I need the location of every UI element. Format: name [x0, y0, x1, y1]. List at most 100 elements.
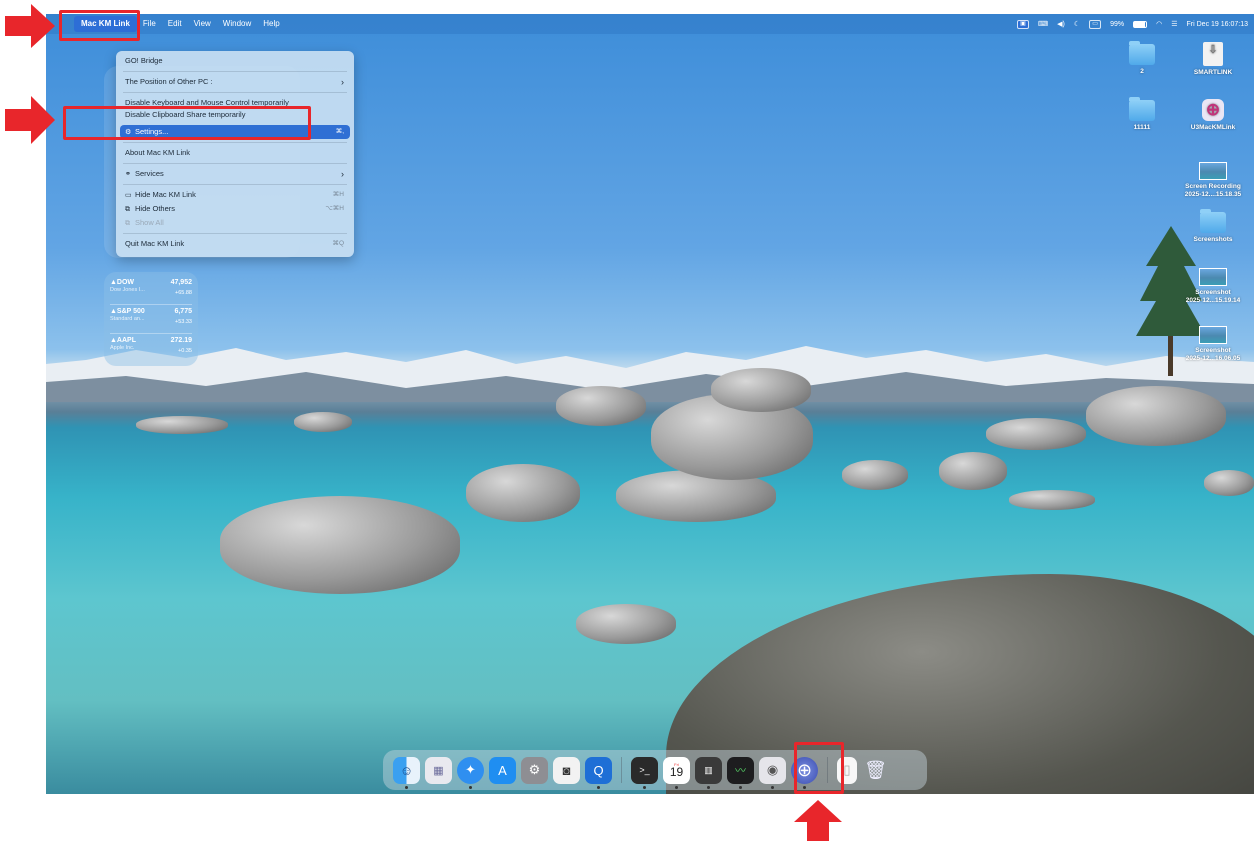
menu-shortcut: ⌘H: [332, 191, 344, 198]
stock-row: ▲AAPL 272.19 Apple Inc. +0.35: [110, 334, 192, 363]
menu-item-services[interactable]: ⚭ Services ›: [116, 167, 354, 181]
clock[interactable]: Fri Dec 19 16:07:13: [1187, 21, 1248, 28]
rock: [220, 496, 460, 594]
menu-item-label: Hide Mac KM Link: [135, 190, 196, 199]
stock-change: +65.88: [175, 290, 192, 296]
desktop-icon-label: 2: [1140, 68, 1144, 75]
dock-screenshot-icon[interactable]: ◙: [553, 756, 580, 784]
rock: [986, 418, 1086, 450]
menu-file[interactable]: File: [137, 14, 162, 34]
moon-icon[interactable]: ☾: [1074, 20, 1080, 28]
arrow-right-icon: [5, 96, 55, 144]
rock: [466, 464, 580, 522]
desktop-icon-smartlink[interactable]: SMARTLINK: [1180, 42, 1246, 77]
rock: [294, 412, 352, 432]
desktop-icon-label: U3MacKMLink: [1190, 124, 1236, 131]
dock-piano-app-icon[interactable]: ▥: [695, 756, 722, 789]
menu-item-label: The Position of Other PC :: [125, 77, 213, 86]
show-all-icon: ⧉: [125, 220, 130, 227]
menu-separator: [123, 233, 347, 234]
menu-item-label: Quit Mac KM Link: [125, 239, 185, 248]
menu-item-hide-app[interactable]: ▭ Hide Mac KM Link ⌘H: [116, 188, 354, 202]
menu-window[interactable]: Window: [217, 14, 257, 34]
rock: [1009, 490, 1095, 510]
desktop-icon-screen-recording[interactable]: Screen Recording 2025-12....15.18.35: [1180, 162, 1246, 199]
desktop-icon-sublabel: 2025-12...16.06.05: [1185, 355, 1241, 362]
stock-row: ▲S&P 500 6,775 Standard an... +53.33: [110, 305, 192, 334]
stock-value: 6,775: [174, 308, 192, 315]
screen-mirroring-icon[interactable]: ▣: [1017, 19, 1029, 29]
menu-edit[interactable]: Edit: [162, 14, 188, 34]
desktop-icon-screenshots[interactable]: Screenshots: [1180, 209, 1246, 244]
desktop-icon-screenshot-1[interactable]: Screenshot 2025-12...15.19.14: [1180, 268, 1246, 305]
menu-item-label: About Mac KM Link: [125, 148, 191, 157]
rock: [711, 368, 811, 412]
folder-icon: [1129, 97, 1155, 121]
dock-finder-icon[interactable]: ☺: [393, 756, 420, 789]
stock-value: 47,952: [170, 279, 192, 286]
desktop-icon-sublabel: 2025-12....15.18.35: [1184, 191, 1242, 198]
menu-item-label: Hide Others: [135, 204, 176, 213]
chevron-right-icon: ›: [341, 77, 344, 87]
stock-symbol: ▲DOW: [110, 279, 135, 286]
display-icon[interactable]: ▭: [1089, 19, 1102, 29]
app-menu-dropdown: GO! Bridge The Position of Other PC : › D…: [116, 51, 354, 257]
desktop-icon-u3mackmlink[interactable]: U3MacKMLink: [1180, 99, 1246, 132]
desktop-icon-label: Screen Recording: [1185, 183, 1241, 190]
thumbnail-icon: [1199, 268, 1227, 286]
menu-item-quit[interactable]: Quit Mac KM Link ⌘Q: [116, 237, 354, 251]
control-center-icon[interactable]: ☰: [1171, 20, 1177, 28]
highlight-box-app-menu: [59, 10, 140, 41]
dock-safari-icon[interactable]: ✦: [457, 756, 484, 789]
desktop-icon-folder-11111[interactable]: 11111: [1109, 97, 1175, 132]
rock: [556, 386, 646, 426]
dock-separator: [621, 757, 622, 783]
desktop-icon-folder-2[interactable]: 2: [1109, 41, 1175, 76]
wifi-icon[interactable]: ◠: [1156, 20, 1162, 28]
desktop-icon-label: SMARTLINK: [1193, 69, 1233, 76]
stock-change: +53.33: [175, 319, 192, 325]
menu-item-hide-others[interactable]: ⧉ Hide Others ⌥⌘H: [116, 202, 354, 216]
menu-separator: [123, 163, 347, 164]
stocks-widget[interactable]: ▲DOW 47,952 Dow Jones I... +65.88 ▲S&P 5…: [104, 272, 198, 366]
menu-item-about[interactable]: About Mac KM Link: [116, 146, 354, 160]
menu-help[interactable]: Help: [257, 14, 285, 34]
rock: [1086, 386, 1226, 446]
hide-others-icon: ⧉: [125, 206, 130, 213]
dock-system-settings-icon[interactable]: ⚙: [521, 756, 548, 784]
menu-item-position-other-pc[interactable]: The Position of Other PC : ›: [116, 75, 354, 89]
battery-percent[interactable]: 99%: [1110, 21, 1124, 28]
dock-activity-monitor-icon[interactable]: 〰: [727, 756, 754, 789]
menu-separator: [123, 184, 347, 185]
menu-item-go-bridge[interactable]: GO! Bridge: [116, 54, 354, 68]
rock: [136, 416, 228, 434]
menu-shortcut: ⌘,: [335, 128, 344, 135]
dock-app-store-icon[interactable]: A: [489, 756, 516, 784]
hide-window-icon: ▭: [125, 192, 132, 199]
menu-item-label: GO! Bridge: [125, 56, 163, 65]
menu-item-show-all: ⧉ Show All: [116, 216, 354, 230]
calendar-day: 19: [669, 765, 684, 779]
menu-shortcut: ⌥⌘H: [325, 205, 344, 212]
arrow-up-icon: [794, 800, 842, 841]
dock-disk-utility-icon[interactable]: ◉: [759, 756, 786, 789]
dock-terminal-icon[interactable]: >_: [631, 756, 658, 789]
dock-launchpad-icon[interactable]: ▦: [425, 756, 452, 784]
menu-separator: [123, 92, 347, 93]
rock: [576, 604, 676, 644]
folder-icon: [1200, 209, 1226, 233]
trash-icon[interactable]: 🗑: [862, 757, 889, 784]
thumbnail-icon: [1199, 326, 1227, 344]
keyboard-icon[interactable]: ⌨: [1038, 20, 1048, 28]
volume-icon[interactable]: ◀): [1057, 20, 1065, 28]
dock-quicktime-icon[interactable]: Q: [585, 756, 612, 789]
rock: [842, 460, 908, 490]
arrow-right-icon: [5, 4, 55, 48]
desktop-icon-screenshot-2[interactable]: Screenshot 2025-12...16.06.05: [1180, 326, 1246, 363]
chevron-right-icon: ›: [341, 169, 344, 179]
dock-calendar-icon[interactable]: Fri 19: [663, 756, 690, 789]
stock-symbol: ▲AAPL: [110, 337, 136, 344]
battery-icon[interactable]: [1133, 20, 1148, 28]
menu-view[interactable]: View: [188, 14, 217, 34]
services-icon: ⚭: [125, 171, 131, 178]
